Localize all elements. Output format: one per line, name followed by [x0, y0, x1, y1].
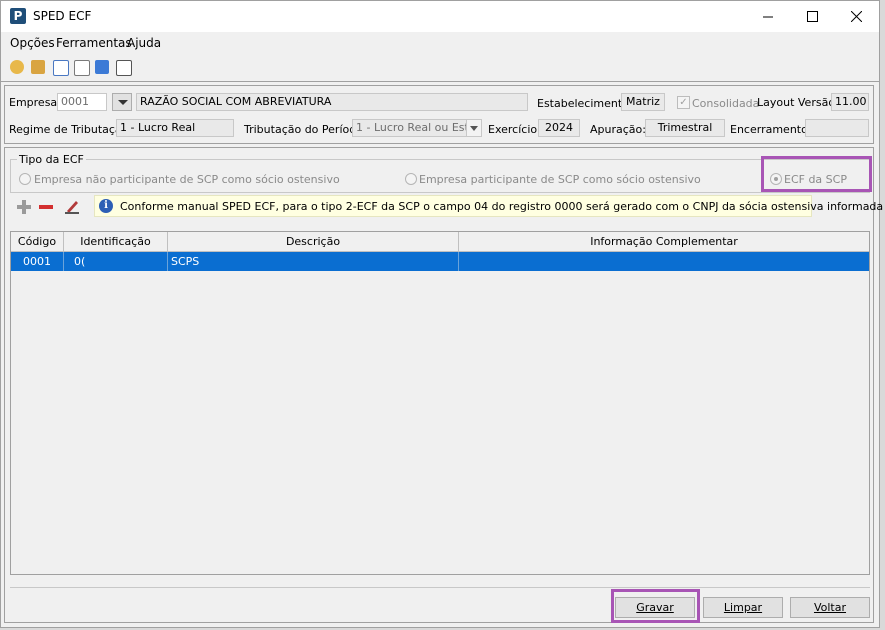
cell-identificacao: 0(: [64, 252, 168, 271]
regime-field: 1 - Lucro Real: [116, 119, 234, 137]
remove-icon[interactable]: [38, 199, 54, 215]
menu-ferramentas[interactable]: Ferramentas: [56, 36, 132, 50]
layout-versao-label: Layout Versão:: [757, 96, 839, 109]
close-button[interactable]: [833, 1, 879, 32]
column-header-info-complementar[interactable]: Informação Complementar: [459, 232, 869, 252]
encerramento-field: [805, 119, 869, 137]
limpar-button-label: Limpar: [723, 601, 763, 614]
search-document-icon[interactable]: [74, 60, 90, 76]
report-icon[interactable]: [95, 60, 109, 74]
menu-bar: Opções Ferramentas Ajuda: [1, 33, 879, 53]
main-window: P SPED ECF Opções Ferramentas Ajuda Empr…: [0, 0, 885, 628]
razao-social-field: RAZÃO SOCIAL COM ABREVIATURA: [136, 93, 528, 111]
document-icon[interactable]: [53, 60, 69, 76]
layout-versao-field: 11.00: [831, 93, 869, 111]
table-row[interactable]: 0001 0( SCPS: [11, 252, 869, 271]
voltar-button[interactable]: Voltar: [790, 597, 870, 618]
consolidada-label: Consolidada: [692, 97, 760, 110]
minimize-button[interactable]: [745, 1, 791, 32]
column-header-identificacao[interactable]: Identificação: [64, 232, 168, 252]
edit-icon[interactable]: [64, 198, 80, 214]
radio-participante-label: Empresa participante de SCP como sócio o…: [419, 173, 701, 186]
cell-info-complementar: [459, 252, 869, 271]
exercicio-label: Exercício:: [488, 123, 541, 136]
folder-icon[interactable]: [31, 60, 45, 74]
chevron-down-icon: [466, 120, 481, 136]
regime-label: Regime de Tributação:: [9, 123, 133, 136]
info-icon: i: [99, 199, 113, 213]
menu-opcoes[interactable]: Opções: [10, 36, 55, 50]
bottom-divider: [10, 587, 870, 588]
apuracao-field: Trimestral: [645, 119, 725, 137]
radio-participante[interactable]: [405, 173, 417, 185]
tributacao-label: Tributação do Período:: [244, 123, 367, 136]
hand-icon[interactable]: [10, 60, 24, 74]
encerramento-label: Encerramento:: [730, 123, 812, 136]
ecf-scp-highlight: [761, 156, 872, 192]
cell-codigo: 0001: [11, 252, 64, 271]
toolbar: [1, 57, 879, 79]
cell-descricao: SCPS: [168, 252, 459, 271]
maximize-icon: [806, 11, 818, 22]
estabelecimento-field: Matriz: [621, 93, 665, 111]
title-bar: P SPED ECF: [1, 1, 879, 32]
consolidada-checkbox[interactable]: ✓: [677, 96, 690, 109]
column-header-codigo[interactable]: Código: [11, 232, 64, 252]
gravar-highlight: [611, 589, 700, 623]
app-logo-icon: P: [10, 8, 26, 24]
estabelecimento-label: Estabelecimento:: [537, 97, 633, 110]
radio-nao-participante[interactable]: [19, 173, 31, 185]
column-header-descricao[interactable]: Descrição: [168, 232, 459, 252]
apuracao-label: Apuração:: [590, 123, 646, 136]
radio-nao-participante-label: Empresa não participante de SCP como sóc…: [34, 173, 340, 186]
menu-ajuda[interactable]: Ajuda: [127, 36, 161, 50]
minimize-icon: [763, 16, 773, 17]
limpar-button[interactable]: Limpar: [703, 597, 783, 618]
copy-icon[interactable]: [116, 60, 132, 76]
scp-grid: Código Identificação Descrição Informaçã…: [10, 231, 870, 575]
info-message-text: Conforme manual SPED ECF, para o tipo 2-…: [120, 200, 885, 213]
window-title: SPED ECF: [33, 9, 92, 23]
empresa-label: Empresa:: [9, 96, 61, 109]
info-message-bar: i Conforme manual SPED ECF, para o tipo …: [94, 195, 885, 217]
tipo-ecf-title: Tipo da ECF: [17, 153, 86, 166]
tributacao-value: 1 - Lucro Real ou Estim.: [356, 121, 482, 134]
empresa-dropdown-button[interactable]: [112, 93, 132, 111]
voltar-button-label: Voltar: [813, 601, 847, 614]
close-icon: [850, 11, 862, 22]
empresa-code-input[interactable]: 0001: [57, 93, 107, 111]
toolbar-divider: [1, 81, 879, 82]
exercicio-field: 2024: [538, 119, 580, 137]
add-icon[interactable]: [16, 199, 32, 215]
tributacao-select[interactable]: 1 - Lucro Real ou Estim.: [352, 119, 482, 137]
maximize-button[interactable]: [789, 1, 835, 32]
